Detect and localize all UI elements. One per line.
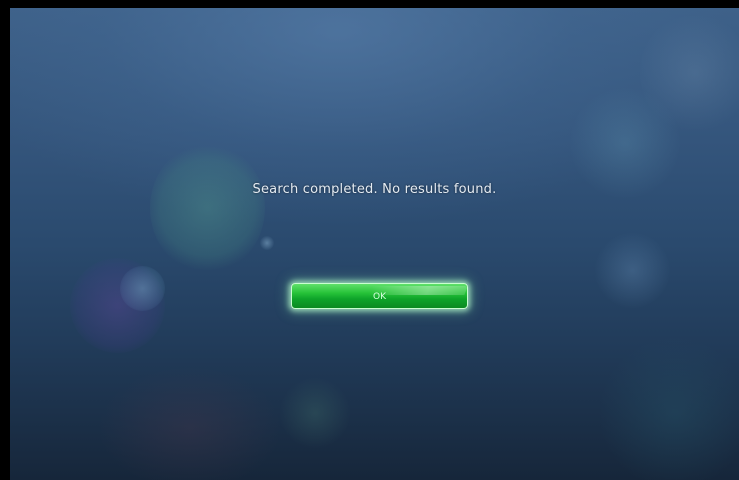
bokeh-light bbox=[600, 338, 739, 480]
dialog-screen: Search completed. No results found. OK bbox=[10, 8, 739, 480]
bokeh-light bbox=[120, 266, 165, 311]
bokeh-light bbox=[640, 13, 739, 133]
status-message: Search completed. No results found. bbox=[252, 182, 497, 197]
bokeh-light bbox=[280, 378, 350, 448]
tv-frame: Search completed. No results found. OK bbox=[0, 0, 739, 480]
bokeh-light bbox=[150, 143, 265, 273]
ok-button[interactable]: OK bbox=[291, 283, 468, 309]
bokeh-light bbox=[100, 368, 280, 480]
bokeh-light bbox=[260, 236, 274, 250]
bokeh-light bbox=[70, 258, 165, 353]
bokeh-light bbox=[595, 233, 670, 308]
